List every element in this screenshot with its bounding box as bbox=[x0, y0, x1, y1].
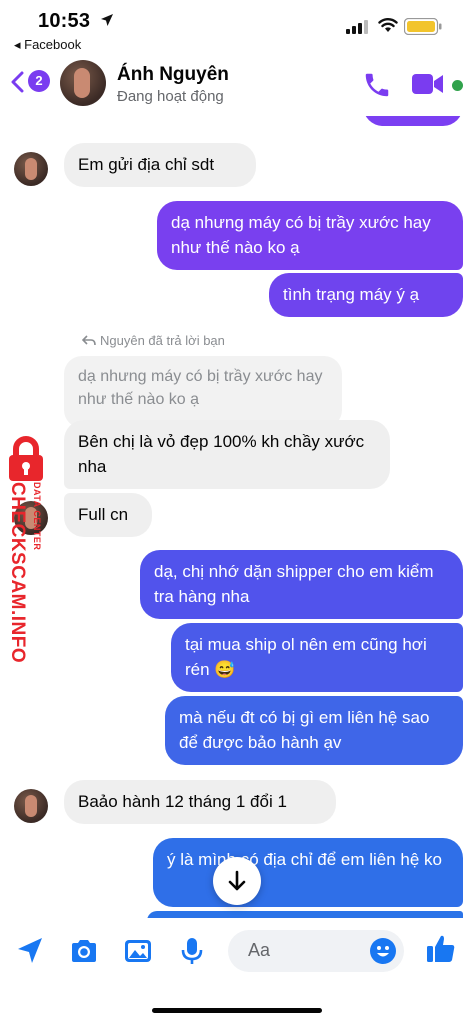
status-bar: 10:53 ◂ Facebook bbox=[0, 0, 473, 52]
lock-icon bbox=[9, 436, 43, 481]
sender-avatar bbox=[14, 789, 48, 823]
watermark-sub-text: DATA CENTER bbox=[32, 482, 42, 551]
reply-indicator: Nguyên đã trả lời bạn bbox=[82, 333, 225, 348]
home-indicator bbox=[152, 1008, 322, 1013]
message-bubble-outgoing[interactable]: dạ, chị nhớ dặn shipper cho em kiểm tra … bbox=[140, 550, 463, 619]
camera-icon[interactable] bbox=[68, 935, 100, 967]
reply-indicator-text: Nguyên đã trả lời bạn bbox=[100, 333, 225, 348]
emoji-icon[interactable] bbox=[369, 937, 397, 965]
back-to-facebook-link[interactable]: ◂ Facebook bbox=[14, 37, 81, 53]
contact-active-status: Đang hoạt động bbox=[117, 88, 224, 105]
online-status-dot bbox=[452, 80, 463, 91]
microphone-icon[interactable] bbox=[176, 935, 208, 967]
cellular-signal-icon bbox=[346, 20, 368, 34]
scroll-to-bottom-button[interactable] bbox=[213, 857, 261, 905]
message-composer: Aa bbox=[0, 918, 473, 1024]
battery-icon bbox=[404, 18, 442, 35]
message-bubble-outgoing[interactable]: mà nếu đt có bị gì em liên hệ sao để đượ… bbox=[165, 696, 463, 765]
reply-arrow-icon bbox=[82, 335, 96, 346]
chat-header: 2 Ánh Nguyên Đang hoạt động bbox=[0, 54, 473, 116]
message-bubble-outgoing[interactable]: tình trạng máy ý ạ bbox=[269, 273, 463, 317]
contact-avatar[interactable] bbox=[60, 60, 106, 106]
arrow-down-icon bbox=[228, 870, 246, 891]
contact-name[interactable]: Ánh Nguyên bbox=[117, 64, 229, 86]
message-bubble-outgoing[interactable]: ý là mình có địa chỉ để em liên hệ ko bbox=[153, 838, 463, 907]
message-bubble-incoming[interactable]: Full cn bbox=[64, 493, 152, 537]
unread-count-badge: 2 bbox=[28, 70, 50, 92]
message-bubble-outgoing[interactable]: dạ nhưng máy có bị trầy xước hay như thế… bbox=[157, 201, 463, 270]
location-services-icon bbox=[101, 14, 113, 26]
wifi-icon bbox=[378, 18, 398, 32]
watermark-main-text: CHECKSCAM.INFO bbox=[7, 482, 28, 664]
back-button[interactable]: 2 bbox=[8, 67, 52, 99]
message-bubble-incoming[interactable]: Baảo hành 12 tháng 1 đổi 1 bbox=[64, 780, 336, 824]
checkscam-watermark: CHECKSCAM.INFO DATA CENTER bbox=[2, 482, 42, 672]
chevron-left-icon bbox=[11, 71, 24, 93]
video-call-icon[interactable] bbox=[411, 72, 445, 96]
message-bubble-incoming[interactable]: Em gửi địa chỉ sdt bbox=[64, 143, 256, 187]
message-bubble-incoming[interactable]: Bên chị là vỏ đẹp 100% kh chầy xước nha bbox=[64, 420, 390, 489]
phone-call-icon[interactable] bbox=[362, 70, 392, 100]
sender-avatar bbox=[14, 152, 48, 186]
status-time: 10:53 bbox=[38, 10, 91, 32]
quoted-message[interactable]: dạ nhưng máy có bị trầy xước hay như thế… bbox=[64, 356, 342, 428]
thumbs-up-icon[interactable] bbox=[424, 932, 458, 966]
message-input-placeholder: Aa bbox=[248, 940, 271, 960]
message-input[interactable]: Aa bbox=[228, 930, 404, 972]
message-bubble-outgoing[interactable]: tại mua ship ol nên em cũng hơi rén 😅 bbox=[171, 623, 463, 692]
photo-icon[interactable] bbox=[122, 935, 154, 967]
location-arrow-icon[interactable] bbox=[14, 935, 46, 967]
